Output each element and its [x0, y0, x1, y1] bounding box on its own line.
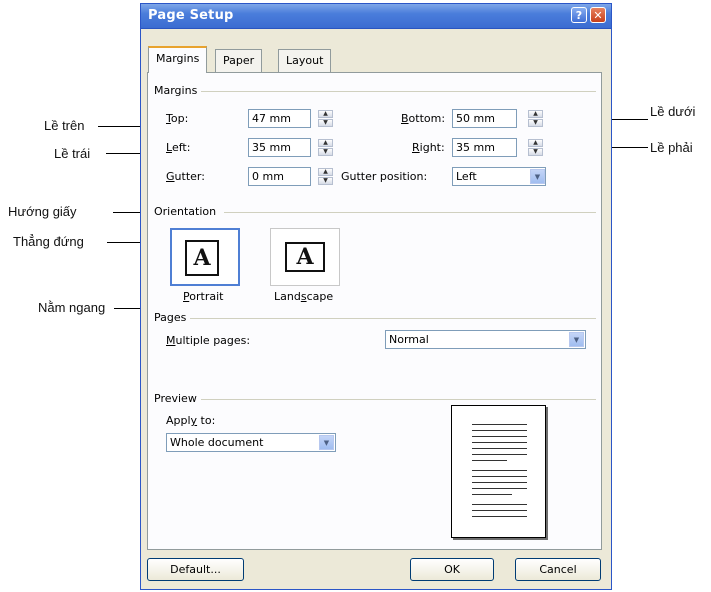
landscape-label: Landscape — [274, 290, 334, 303]
spin-up-icon[interactable]: ▲ — [528, 110, 543, 118]
chevron-down-icon[interactable]: ▼ — [569, 332, 584, 347]
chevron-down-icon[interactable]: ▼ — [530, 169, 545, 184]
multiple-pages-select[interactable]: Normal — [385, 330, 586, 349]
preview-text-line — [472, 460, 507, 461]
help-icon[interactable]: ? — [571, 7, 587, 23]
callout-nam-ngang: Nằm ngang — [38, 300, 106, 315]
spin-down-icon[interactable]: ▼ — [318, 119, 333, 127]
bottom-margin-spinner[interactable]: ▲ ▼ — [528, 110, 543, 127]
portrait-option[interactable]: A — [170, 228, 240, 286]
multiple-pages-value: Normal — [389, 333, 429, 346]
preview-text-line — [472, 454, 527, 455]
spin-down-icon[interactable]: ▼ — [318, 148, 333, 156]
spin-up-icon[interactable]: ▲ — [528, 139, 543, 147]
preview-text-line — [472, 476, 527, 477]
pages-group-label: Pages — [154, 311, 191, 324]
top-margin-input[interactable]: 47 mm — [248, 109, 311, 128]
apply-to-select[interactable]: Whole document — [166, 433, 336, 452]
left-margin-spinner[interactable]: ▲ ▼ — [318, 139, 333, 156]
preview-group-label: Preview — [154, 392, 201, 405]
callout-le-tren: Lề trên — [44, 118, 85, 133]
preview-text-line — [472, 494, 512, 495]
default-button[interactable]: Default... — [147, 558, 244, 581]
spin-up-icon[interactable]: ▲ — [318, 110, 333, 118]
tab-margins[interactable]: Margins — [148, 46, 208, 73]
preview-text-line — [472, 436, 527, 437]
gutter-spinner[interactable]: ▲ ▼ — [318, 168, 333, 185]
preview-text-line — [472, 424, 527, 425]
top-label: Top: — [166, 112, 189, 125]
margins-group-line — [200, 91, 596, 92]
preview-text-line — [472, 448, 527, 449]
spin-up-icon[interactable]: ▲ — [318, 168, 333, 176]
spin-down-icon[interactable]: ▼ — [318, 177, 333, 185]
gutter-label: Gutter: — [166, 170, 205, 183]
dialog-title: Page Setup — [148, 8, 234, 23]
tab-layout[interactable]: Layout — [278, 49, 332, 72]
right-label: Right: — [412, 141, 445, 154]
spin-down-icon[interactable]: ▼ — [528, 148, 543, 156]
pages-group-line — [190, 318, 596, 319]
margins-group-label: Margins — [154, 84, 202, 97]
top-margin-spinner[interactable]: ▲ ▼ — [318, 110, 333, 127]
preview-group-line — [200, 399, 596, 400]
tab-paper[interactable]: Paper — [215, 49, 263, 72]
spin-up-icon[interactable]: ▲ — [318, 139, 333, 147]
preview-text-line — [472, 510, 527, 511]
orientation-group-line — [224, 212, 596, 213]
title-bar[interactable]: Page Setup ? ✕ — [141, 4, 611, 29]
left-label: Left: — [166, 141, 191, 154]
gutter-position-label: Gutter position: — [341, 170, 428, 183]
left-margin-input[interactable]: 35 mm — [248, 138, 311, 157]
callout-le-phai: Lề phải — [650, 140, 693, 155]
multiple-pages-label: Multiple pages: — [166, 334, 251, 347]
cancel-button[interactable]: Cancel — [515, 558, 601, 581]
landscape-page-icon: A — [285, 242, 325, 272]
bottom-margin-input[interactable]: 50 mm — [452, 109, 517, 128]
preview-page — [451, 405, 546, 538]
apply-to-label: Apply to: — [166, 414, 216, 427]
callout-le-duoi: Lề dưới — [650, 104, 696, 119]
callout-le-trai: Lề trái — [54, 146, 91, 161]
landscape-option[interactable]: A — [270, 228, 340, 286]
gutter-input[interactable]: 0 mm — [248, 167, 311, 186]
spin-down-icon[interactable]: ▼ — [528, 119, 543, 127]
gutter-position-value: Left — [456, 170, 477, 183]
callout-thang-dung: Thẳng đứng — [13, 234, 84, 249]
preview-text-line — [472, 430, 527, 431]
portrait-page-icon: A — [185, 240, 219, 276]
callout-huong-giay: Hướng giấy — [8, 204, 77, 219]
right-margin-spinner[interactable]: ▲ ▼ — [528, 139, 543, 156]
preview-text-line — [472, 470, 527, 471]
apply-to-value: Whole document — [170, 436, 264, 449]
right-margin-input[interactable]: 35 mm — [452, 138, 517, 157]
close-icon[interactable]: ✕ — [590, 7, 606, 23]
preview-text-line — [472, 504, 527, 505]
ok-button[interactable]: OK — [410, 558, 494, 581]
preview-text-line — [472, 488, 527, 489]
preview-text-line — [472, 442, 527, 443]
preview-text-line — [472, 516, 527, 517]
orientation-group-label: Orientation — [154, 205, 221, 218]
preview-text-line — [472, 482, 527, 483]
bottom-label: Bottom: — [401, 112, 446, 125]
portrait-label: Portrait — [183, 290, 224, 303]
chevron-down-icon[interactable]: ▼ — [319, 435, 334, 450]
